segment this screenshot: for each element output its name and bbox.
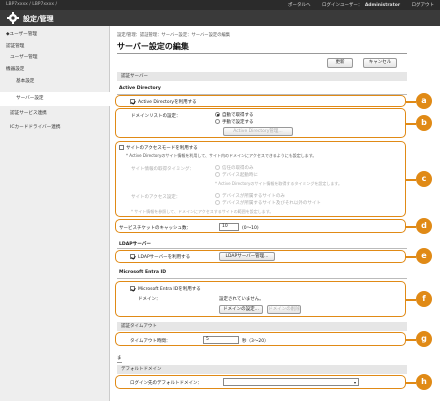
callout-e-leader [406,256,416,258]
device-model: LBP7xxxx / LBP7xxxx / [6,2,57,7]
default-domain-dash [117,362,122,363]
callout-badge-b: b [416,115,432,131]
callout-f-frame [115,281,406,317]
callout-badge-d: d [416,218,432,234]
callout-badge-f: f [416,291,432,307]
sidebar-item-user-management-top[interactable]: ◆ユーザー管理 [0,29,110,40]
callout-c-frame [115,141,406,217]
callout-d-leader [406,226,416,228]
callout-badge-c: c [416,171,432,187]
callout-a-leader [406,101,416,103]
ad-title: Active Directory [119,86,161,91]
callout-badge-a: a [416,93,432,109]
gear-icon [7,12,19,24]
default-domain-small: ま [117,356,122,361]
sidebar-item-basic-settings[interactable]: 基本設定 [0,76,110,87]
login-user-label: ログインユーザー： [321,3,363,8]
callout-badge-e: e [416,248,432,264]
cancel-button[interactable]: キャンセル [363,58,397,68]
sidebar-item-user-management[interactable]: ユーザー管理 [0,52,110,63]
callout-h-frame [115,375,406,389]
callout-a-frame [115,95,406,107]
timeout-header: 認証タイムアウト [117,322,407,331]
breadcrumb: 設定/管理：認証管理：サーバー設定：サーバー設定の編集 [117,33,231,38]
page-title: サーバー設定の編集 [117,42,189,51]
sidebar-item-auth-management[interactable]: 認証管理 [0,41,110,52]
callout-badge-g: g [416,331,432,347]
sidebar-item-auth-service[interactable]: 認証サービス連携 [0,108,110,119]
title-divider [117,53,407,54]
sidebar-item-device-settings[interactable]: 機器設定 [0,64,110,75]
callout-b-leader [406,123,416,125]
callout-g-leader [406,339,416,341]
ldap-title-rule [117,248,407,249]
default-domain-header: デフォルトドメイン [117,365,407,374]
callout-f-leader [406,299,416,301]
entra-title: Microsoft Entra ID [119,270,167,275]
callout-badge-h: h [416,374,432,390]
callout-c-leader [406,179,416,181]
callout-g-frame [115,332,406,346]
callout-e-frame [115,250,406,263]
callout-b-frame [115,108,406,138]
logout-link[interactable]: ログアウト [412,3,435,8]
sidebar-item-ic-card-driver[interactable]: ICカードドライバー連携 [0,122,110,133]
sidebar-item-server-settings[interactable]: サーバー設定 [0,92,110,106]
callout-h-leader [406,382,416,384]
app-title: 設定/管理 [23,15,54,23]
auth-server-header: 認証サーバー [117,72,407,81]
top-bar: LBP7xxxx / LBP7xxxx / ポータルへ ログインユーザー： Ad… [0,0,440,10]
sidebar: ◆ユーザー管理 認証管理 ユーザー管理 機器設定 基本設定 サーバー設定 認証サ… [0,26,110,401]
header-links: ポータルへ ログインユーザー： Administrator ログアウト [278,2,434,8]
entra-title-rule [117,278,407,279]
login-user-name: Administrator [364,3,401,8]
update-button[interactable]: 更新 [327,58,353,68]
portal-link[interactable]: ポータルへ [288,3,311,8]
ldap-title: LDAPサーバー [119,242,151,247]
main-content: 設定/管理：認証管理：サーバー設定：サーバー設定の編集 サーバー設定の編集 更新… [111,26,440,401]
title-bar: 設定/管理 [0,10,440,26]
callout-d-frame [115,219,406,233]
